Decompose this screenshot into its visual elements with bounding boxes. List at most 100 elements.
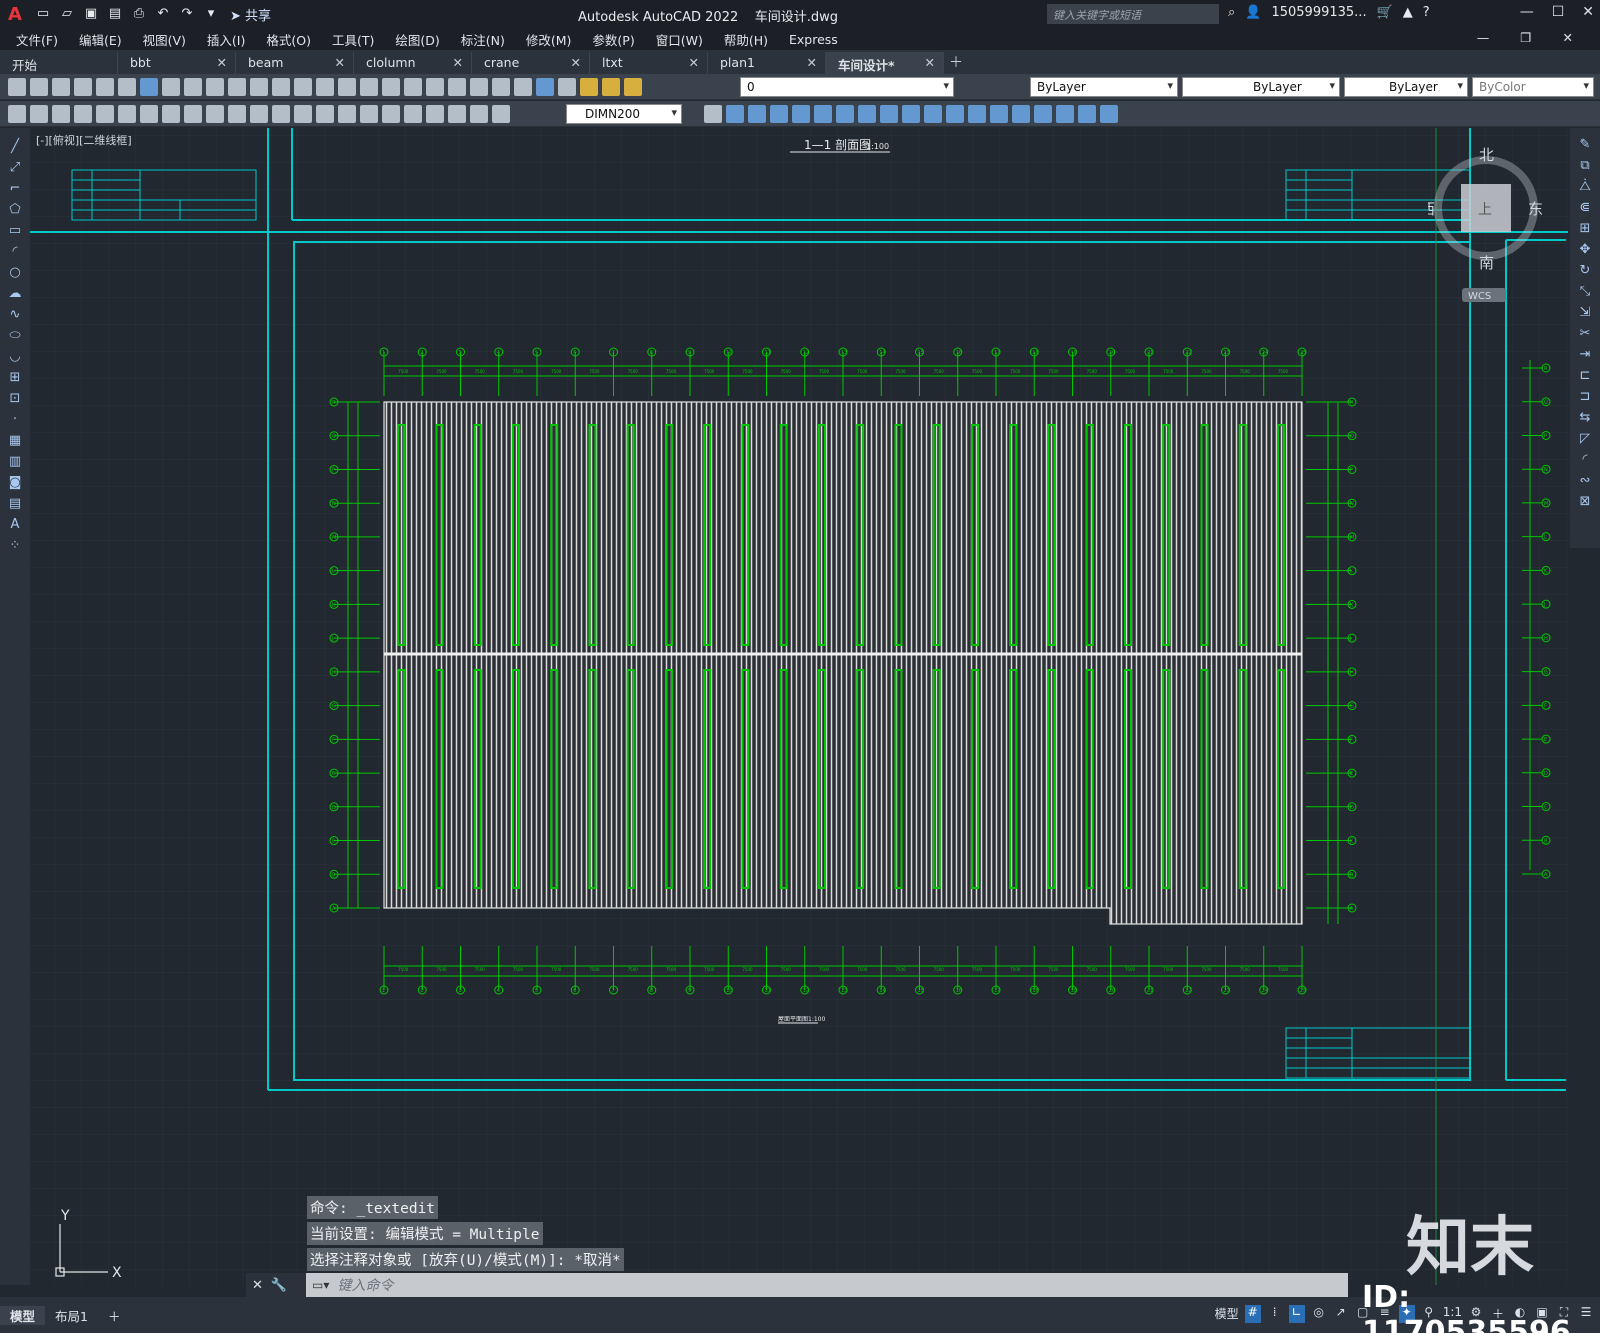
jogged-dim-icon[interactable] — [184, 104, 202, 123]
break-point-icon[interactable]: ⊏ — [1577, 369, 1593, 383]
hatch-icon[interactable]: ▦ — [7, 434, 23, 448]
help-icon[interactable]: ? — [1423, 5, 1430, 20]
save-icon[interactable] — [52, 77, 70, 96]
menu-insert[interactable]: 插入(I) — [207, 30, 245, 49]
radius-dim-icon[interactable] — [162, 104, 180, 123]
blend-icon[interactable]: ∾ — [1577, 474, 1593, 488]
ucs-world-icon[interactable] — [30, 104, 48, 123]
rotate-icon[interactable]: ↻ — [1577, 264, 1593, 278]
redo-icon[interactable]: ↷ — [178, 6, 196, 22]
viewcube-west[interactable]: 西 — [1420, 200, 1435, 218]
publish-icon[interactable] — [118, 77, 136, 96]
mtext-icon[interactable]: A — [7, 518, 23, 532]
fillet-icon[interactable]: ◜ — [1577, 453, 1593, 467]
stretch-icon[interactable]: ⇲ — [1577, 306, 1593, 320]
dropdown-icon[interactable]: ▾ — [202, 6, 220, 22]
user-icon[interactable]: 👤 — [1245, 5, 1261, 20]
section-icon[interactable] — [924, 104, 942, 123]
break-icon[interactable]: ⊐ — [1577, 390, 1593, 404]
menu-express[interactable]: Express — [789, 32, 838, 47]
new-tab-icon[interactable]: ＋ — [944, 52, 968, 74]
render-icon[interactable] — [1056, 104, 1074, 123]
baseline-dim-icon[interactable] — [272, 104, 290, 123]
drawing-canvas[interactable]: 1—1 剖面图 1:100 11750075002275007500337500… — [30, 128, 1570, 1285]
dim-space-icon[interactable] — [316, 104, 334, 123]
diameter-dim-icon[interactable] — [206, 104, 224, 123]
viewcube-north[interactable]: 北 — [1479, 146, 1494, 164]
dimstyle-dropdown[interactable]: DIMN200 — [566, 104, 682, 124]
dim-break-icon[interactable] — [338, 104, 356, 123]
markup-icon[interactable] — [492, 77, 510, 96]
viewcube-south[interactable]: 南 — [1479, 254, 1494, 272]
tab-model[interactable]: 模型 — [0, 1305, 46, 1325]
erase-icon[interactable]: ✎ — [1577, 138, 1593, 152]
user-name[interactable]: 1505999135... — [1271, 5, 1366, 20]
scale-icon[interactable]: ⤡ — [1577, 285, 1593, 299]
extrude-icon[interactable] — [792, 104, 810, 123]
undo-icon[interactable]: ↶ — [154, 6, 172, 22]
dim-style-icon[interactable] — [704, 104, 722, 123]
line-icon[interactable]: ╱ — [7, 140, 23, 154]
search-icon[interactable]: ⌕ — [1228, 5, 1235, 20]
ucs-icon[interactable] — [8, 104, 26, 123]
revcloud-icon[interactable]: ☁ — [7, 287, 23, 301]
solid-cone-icon[interactable] — [770, 104, 788, 123]
add-layout-icon[interactable]: ＋ — [98, 1306, 131, 1325]
layer-freeze-icon[interactable] — [602, 77, 620, 96]
angular-dim-icon[interactable] — [228, 104, 246, 123]
circle-icon[interactable]: ○ — [7, 266, 23, 280]
ellipse-icon[interactable]: ⬭ — [7, 329, 23, 343]
jogged-linear-icon[interactable] — [426, 104, 444, 123]
redo-icon[interactable] — [294, 77, 312, 96]
add-selected-icon[interactable]: ⁘ — [7, 539, 23, 553]
move-icon[interactable]: ✥ — [1577, 243, 1593, 257]
plotstyle-dropdown[interactable]: ByColor — [1472, 77, 1594, 97]
menu-tools[interactable]: 工具(T) — [332, 30, 374, 49]
polar-icon[interactable]: ◎ — [1311, 1305, 1327, 1323]
minimize-icon[interactable]: — — [1520, 4, 1534, 20]
light-icon[interactable] — [1100, 104, 1118, 123]
save-icon[interactable]: ▣ — [82, 6, 100, 22]
center-mark-icon[interactable] — [382, 104, 400, 123]
osnap-tracking-icon[interactable]: ↗ — [1333, 1305, 1349, 1323]
viewcube-east[interactable]: 东 — [1528, 200, 1543, 218]
revolve-icon[interactable] — [814, 104, 832, 123]
menu-modify[interactable]: 修改(M) — [526, 30, 572, 49]
zoom-previous-icon[interactable] — [382, 77, 400, 96]
lineweight-dropdown[interactable]: ByLayer — [1344, 77, 1468, 97]
gradient-icon[interactable]: ▥ — [7, 455, 23, 469]
solid-box-icon[interactable] — [726, 104, 744, 123]
solid-cyl-icon[interactable] — [748, 104, 766, 123]
zoom-realtime-icon[interactable] — [338, 77, 356, 96]
slice-icon[interactable] — [902, 104, 920, 123]
share-button[interactable]: ➤ 共享 — [230, 5, 271, 24]
plot-icon[interactable]: ⎙ — [130, 6, 148, 22]
viewport-controls[interactable]: [-][俯视][二维线框] — [36, 132, 132, 148]
ucs-prev-icon[interactable] — [52, 104, 70, 123]
new-file-icon[interactable]: ▭ — [34, 6, 52, 22]
insert-block-icon[interactable]: ⊞ — [7, 371, 23, 385]
help-search-input[interactable]: 键入关键字或短语 — [1047, 4, 1219, 24]
doc-minimize-icon[interactable]: — — [1477, 30, 1490, 45]
intersect-icon[interactable] — [880, 104, 898, 123]
help-icon[interactable] — [536, 77, 554, 96]
cart-icon[interactable]: 🛒 — [1377, 5, 1393, 20]
zoom-window-icon[interactable] — [360, 77, 378, 96]
table-icon[interactable]: ▤ — [7, 497, 23, 511]
model-space-button[interactable]: 模型 — [1215, 1305, 1239, 1323]
close-icon[interactable]: ✕ — [335, 55, 345, 70]
tab-crane[interactable]: crane ✕ — [472, 52, 590, 74]
autodesk-app-icon[interactable]: ▲ — [1403, 5, 1413, 20]
menu-parametric[interactable]: 参数(P) — [592, 30, 634, 49]
menu-view[interactable]: 视图(V) — [143, 30, 186, 49]
offset-icon[interactable]: ⋐ — [1577, 201, 1593, 215]
properties-icon[interactable] — [404, 77, 422, 96]
open-icon[interactable] — [30, 77, 48, 96]
chamfer-icon[interactable]: ◸ — [1577, 432, 1593, 446]
menu-format[interactable]: 格式(O) — [266, 30, 311, 49]
mirror-icon[interactable]: ⧊ — [1577, 180, 1593, 194]
maximize-icon[interactable]: ☐ — [1552, 4, 1565, 20]
copy-icon[interactable] — [184, 77, 202, 96]
layer-properties-icon[interactable] — [558, 77, 576, 96]
shell-icon[interactable] — [946, 104, 964, 123]
